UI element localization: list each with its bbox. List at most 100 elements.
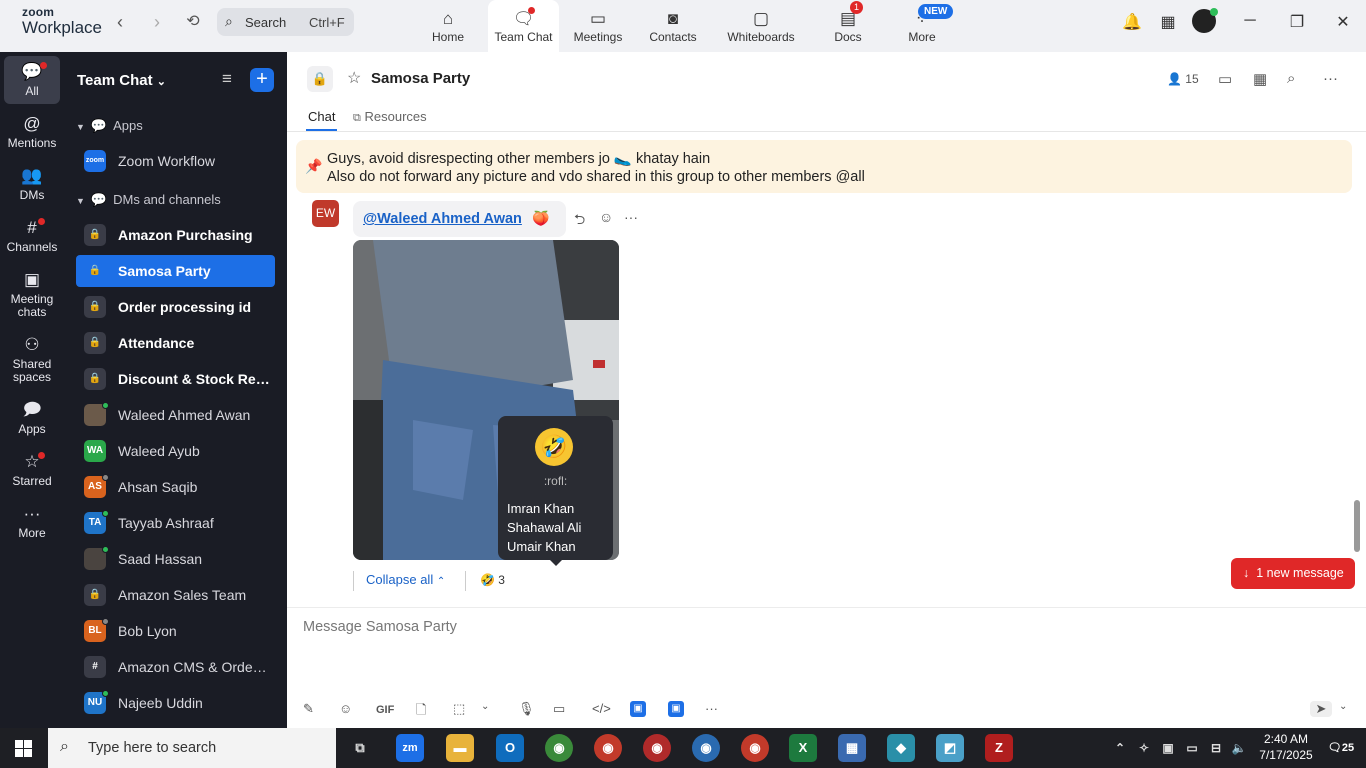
- more-options-icon[interactable]: ···: [624, 209, 638, 225]
- rail-apps[interactable]: 🗩 Apps: [0, 400, 64, 436]
- sidebar-item-waleed-ayub[interactable]: WA Waleed Ayub: [76, 435, 275, 467]
- video-icon[interactable]: ▭: [1218, 70, 1232, 88]
- rail-shared-spaces[interactable]: ⚇ Shared spaces: [0, 335, 64, 384]
- user-avatar[interactable]: [1192, 8, 1218, 33]
- app-icon[interactable]: ▣: [630, 701, 646, 717]
- emoji-icon[interactable]: ☺: [339, 701, 352, 716]
- tab-whiteboards[interactable]: ▢ Whiteboards: [722, 0, 800, 52]
- sidebar-item-tayyab-ashraaf[interactable]: TA Tayyab Ashraaf: [76, 507, 275, 539]
- sidebar-item-amazon-sales-team[interactable]: 🔒 Amazon Sales Team: [76, 579, 275, 611]
- members-button[interactable]: 👤 15: [1167, 72, 1199, 86]
- notification-center-icon[interactable]: 🗨25: [1322, 734, 1360, 762]
- calendar-icon[interactable]: ▦: [1156, 12, 1180, 32]
- zoom-taskbar-icon[interactable]: zm: [396, 734, 424, 762]
- sidebar-item-saad-hassan[interactable]: Saad Hassan: [76, 543, 275, 575]
- sidebar-item-ahsan-saqib[interactable]: AS Ahsan Saqib: [76, 471, 275, 503]
- collapse-all-button[interactable]: Collapse all ⌃: [353, 571, 445, 591]
- code-icon[interactable]: </>: [592, 701, 611, 716]
- tab-meetings[interactable]: ▭ Meetings: [568, 0, 628, 52]
- history-icon[interactable]: ⟲: [183, 12, 203, 32]
- file-explorer-icon[interactable]: ▬: [446, 734, 474, 762]
- chrome-icon[interactable]: ◉: [741, 734, 769, 762]
- more-options-icon[interactable]: ···: [1323, 70, 1338, 87]
- close-icon[interactable]: ✕: [1331, 12, 1355, 32]
- microphone-icon[interactable]: 🎙: [518, 701, 535, 717]
- sidebar-item-samosa-party[interactable]: 🔒 Samosa Party: [76, 255, 275, 287]
- tab-more[interactable]: ⁘ More NEW: [898, 0, 954, 52]
- rail-starred[interactable]: ☆ Starred: [0, 452, 64, 488]
- tab-chat[interactable]: Chat: [305, 109, 338, 131]
- search-box[interactable]: ⌕ Search Ctrl+F: [217, 8, 354, 36]
- back-arrow-icon[interactable]: ‹: [110, 12, 130, 32]
- rail-meeting-chats[interactable]: ▣ Meeting chats: [0, 270, 64, 319]
- star-icon[interactable]: ☆: [347, 68, 361, 88]
- outlook-icon[interactable]: O: [496, 734, 524, 762]
- chevron-down-icon[interactable]: ⌄: [481, 701, 489, 712]
- sidebar-item-attendance[interactable]: 🔒 Attendance: [76, 327, 275, 359]
- excel-icon[interactable]: X: [789, 734, 817, 762]
- reaction-chip[interactable]: 🤣 3: [465, 571, 505, 591]
- chrome-icon[interactable]: ◉: [594, 734, 622, 762]
- more-options-icon[interactable]: ···: [705, 701, 718, 716]
- chrome-icon[interactable]: ◉: [545, 734, 573, 762]
- forward-arrow-icon[interactable]: ›: [147, 12, 167, 32]
- scrollbar[interactable]: [1354, 500, 1360, 552]
- message-composer[interactable]: Message Samosa Party ✎ ☺ GIF 🗋 ⬚ ⌄ 🎙 ▭ <…: [287, 607, 1366, 728]
- minimize-icon[interactable]: ─: [1238, 12, 1262, 30]
- tab-team-chat[interactable]: 🗨 Team Chat: [488, 0, 559, 52]
- filter-icon[interactable]: ≡: [222, 69, 232, 89]
- restore-icon[interactable]: ❐: [1285, 12, 1309, 32]
- calendar-icon[interactable]: ▦: [1253, 70, 1267, 88]
- tab-meetings-label: Meetings: [573, 30, 623, 44]
- rail-more[interactable]: ··· More: [0, 504, 64, 540]
- app-icon[interactable]: ◩: [936, 734, 964, 762]
- sidebar-item-amazon-cms[interactable]: # Amazon CMS & OrderA...: [76, 651, 275, 683]
- tab-docs[interactable]: ▤ Docs 1: [826, 0, 870, 52]
- filezilla-icon[interactable]: Z: [985, 734, 1013, 762]
- format-icon[interactable]: ✎: [303, 701, 314, 717]
- section-dms-channels[interactable]: ▼ 💬 DMs and channels: [76, 192, 221, 208]
- volume-icon[interactable]: 🔈: [1225, 734, 1253, 762]
- rail-all[interactable]: 💬 All: [4, 56, 60, 104]
- add-reaction-icon[interactable]: ☺: [599, 209, 613, 225]
- sidebar-title[interactable]: Team Chat ⌄: [77, 72, 166, 89]
- sidebar-item-bob-lyon[interactable]: BL Bob Lyon: [76, 615, 275, 647]
- sidebar-item-order-processing[interactable]: 🔒 Order processing id: [76, 291, 275, 323]
- sidebar-item-zoom-workflow[interactable]: zoom Zoom Workflow: [76, 145, 275, 177]
- add-chat-button[interactable]: +: [250, 68, 274, 92]
- new-message-button[interactable]: ↓ 1 new message: [1231, 558, 1355, 589]
- tab-resources[interactable]: ⧉ Resources: [353, 109, 427, 125]
- tab-home[interactable]: ⌂ Home: [420, 0, 476, 52]
- channel-title[interactable]: Samosa Party: [371, 70, 470, 87]
- task-view-icon[interactable]: ⧉: [346, 734, 374, 762]
- reply-icon[interactable]: ⮌: [574, 209, 585, 233]
- send-icon[interactable]: ➤: [1310, 701, 1332, 717]
- chrome-icon[interactable]: ◉: [692, 734, 720, 762]
- sender-avatar[interactable]: EW: [312, 200, 339, 227]
- sidebar-item-discount-stock[interactable]: 🔒 Discount & Stock Res...: [76, 363, 275, 395]
- taskbar-search[interactable]: ⌕ Type here to search: [48, 728, 336, 768]
- taskbar-clock[interactable]: 2:40 AM 7/17/2025: [1253, 731, 1319, 763]
- sidebar-item-amazon-purchasing[interactable]: 🔒 Amazon Purchasing: [76, 219, 275, 251]
- calculator-icon[interactable]: ▦: [838, 734, 866, 762]
- rail-mentions[interactable]: @ Mentions: [0, 114, 64, 150]
- pinned-message[interactable]: 📌 Guys, avoid disrespecting other member…: [296, 140, 1352, 193]
- tab-contacts[interactable]: ◙ Contacts: [644, 0, 702, 52]
- rail-dms[interactable]: 👥 DMs: [0, 166, 64, 202]
- chevron-down-icon[interactable]: ⌄: [1339, 701, 1347, 712]
- section-apps[interactable]: ▼ 💬 Apps: [76, 118, 143, 134]
- search-icon[interactable]: ⌕: [1287, 70, 1295, 87]
- bell-icon[interactable]: 🔔: [1120, 12, 1144, 32]
- sidebar-item-najeeb-uddin[interactable]: NU Najeeb Uddin: [76, 687, 275, 719]
- file-icon[interactable]: 🗋: [416, 701, 426, 723]
- app-icon[interactable]: ▣: [668, 701, 684, 717]
- gif-button[interactable]: GIF: [376, 704, 394, 716]
- video-message-icon[interactable]: ▭: [553, 701, 565, 717]
- chrome-icon[interactable]: ◉: [643, 734, 671, 762]
- app-icon[interactable]: ◆: [887, 734, 915, 762]
- mention-link[interactable]: @Waleed Ahmed Awan: [363, 211, 522, 227]
- sidebar-item-waleed-ahmed-awan[interactable]: Waleed Ahmed Awan: [76, 399, 275, 431]
- windows-start-icon[interactable]: [15, 740, 32, 757]
- rail-channels[interactable]: # Channels: [0, 218, 64, 254]
- screenshot-icon[interactable]: ⬚: [453, 701, 465, 717]
